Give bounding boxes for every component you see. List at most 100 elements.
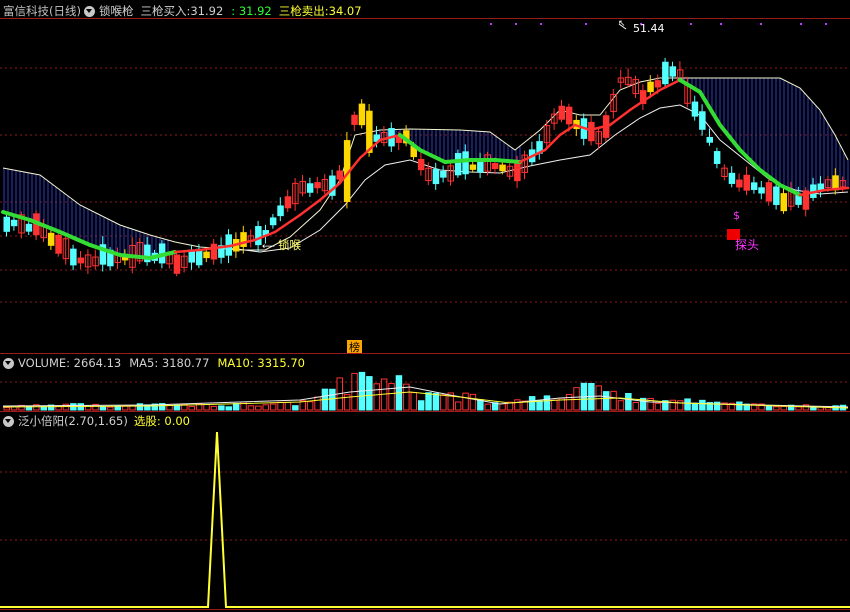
top-dot (585, 23, 587, 25)
peak-annotation: ↖ 51.44 (618, 19, 665, 35)
candle-body (758, 187, 765, 194)
volume-bar (514, 399, 521, 411)
candle-body (269, 217, 277, 226)
candle-body (499, 164, 506, 172)
volume-bar (654, 402, 662, 411)
volume-bar (225, 406, 232, 411)
candle-body (440, 170, 447, 178)
volume-bar (232, 403, 240, 411)
volume-settings-icon[interactable] (3, 357, 14, 369)
volume-bar (454, 401, 462, 411)
volume-bar (410, 392, 417, 411)
candle-body (565, 106, 573, 125)
candle-body (558, 105, 565, 120)
volume-bar (277, 401, 284, 411)
volume-bar (306, 401, 314, 411)
trend-segment (738, 148, 762, 172)
volume-bar (610, 390, 617, 411)
peak-arrow: ↖ (618, 19, 626, 29)
svg-text:榜: 榜 (349, 340, 360, 354)
candle-body (765, 182, 773, 202)
candle-body (432, 168, 440, 185)
trend-segment (718, 123, 742, 152)
sub-indicator-name[interactable]: 泛小倍阳(2.70,1.65) (18, 412, 128, 430)
volume-bar (469, 393, 477, 411)
candle-body (70, 248, 77, 266)
volume-bar (462, 392, 469, 411)
volume-bars (2, 371, 849, 411)
volume-bar (625, 393, 632, 411)
candle-body (728, 172, 736, 184)
main-grid (0, 67, 850, 303)
volume-bar (543, 395, 551, 411)
candlesticks (3, 57, 847, 277)
volume-bar (255, 405, 262, 411)
volume-bar (676, 400, 684, 411)
candle-body (25, 223, 33, 232)
volume-bar (780, 405, 787, 411)
volume-bar (440, 394, 447, 411)
signal-line (0, 431, 850, 608)
candle-body (454, 153, 462, 176)
candle-body (336, 170, 343, 180)
chart-canvas: ↖ 51.44 ⟵ 锁喉 $ 探头 榜 (0, 18, 850, 610)
candle-body (743, 174, 750, 191)
volume-bar (262, 404, 269, 411)
volume-bar (173, 404, 181, 411)
candle-body (255, 226, 262, 246)
candle-body (773, 186, 780, 206)
volume-bar (551, 399, 558, 411)
volume-bar (388, 383, 395, 411)
candle-body (713, 151, 721, 164)
pick-value: 选股: 0.00 (133, 414, 190, 428)
candle-body (277, 205, 284, 217)
probe-label: 探头 (735, 238, 759, 252)
sub-settings-icon[interactable] (3, 415, 14, 427)
volume-bar (269, 403, 277, 411)
volume-bar (617, 400, 625, 411)
candle-body (691, 101, 699, 117)
trend-segment (443, 158, 472, 164)
top-dot (720, 23, 722, 25)
trend-segment (558, 123, 577, 137)
volume-bar (107, 406, 114, 411)
volume-bar (373, 383, 380, 411)
volume-bar (824, 407, 832, 411)
rank-badge[interactable]: 榜 (347, 340, 362, 354)
top-dot (800, 23, 802, 25)
volume-bar (602, 391, 610, 411)
candle-body (77, 257, 84, 264)
candle-body (210, 243, 218, 260)
candle-body (750, 182, 758, 190)
upper-band-line (2, 77, 849, 251)
sub-panel-header: 泛小倍阳(2.70,1.65) 选股: 0.00 (0, 412, 190, 430)
candle-body (203, 251, 210, 259)
volume-bar (736, 401, 743, 411)
candle-body (173, 254, 181, 274)
candle-body (358, 103, 366, 126)
volume-bar (417, 400, 425, 411)
volume-bar (3, 407, 10, 411)
volume-ma5: MA5: 3180.77 (129, 356, 210, 370)
candle-body (647, 81, 654, 93)
candle-body (669, 66, 676, 77)
volume-bar (403, 383, 410, 411)
volume-value: VOLUME: 2664.13 (18, 356, 122, 370)
trend-segment (398, 133, 422, 152)
candle-body (55, 234, 62, 254)
sub-grid (0, 471, 850, 541)
candle-body (469, 164, 477, 170)
candle-body (284, 196, 292, 209)
stock-chart-window: 富信科技(日线) 锁喉枪 三枪买入: 31.92 : 31.92 三枪卖出: 3… (0, 0, 850, 612)
top-dot (490, 23, 492, 25)
candle-body (491, 163, 499, 170)
signal-spike (0, 431, 850, 608)
volume-bar (166, 404, 173, 411)
candle-body (736, 179, 743, 188)
candle-body (3, 216, 10, 232)
top-dot (515, 23, 517, 25)
volume-bar (795, 406, 802, 411)
trend-segment (273, 213, 302, 234)
top-dot (760, 23, 762, 25)
candle-body (699, 111, 706, 130)
